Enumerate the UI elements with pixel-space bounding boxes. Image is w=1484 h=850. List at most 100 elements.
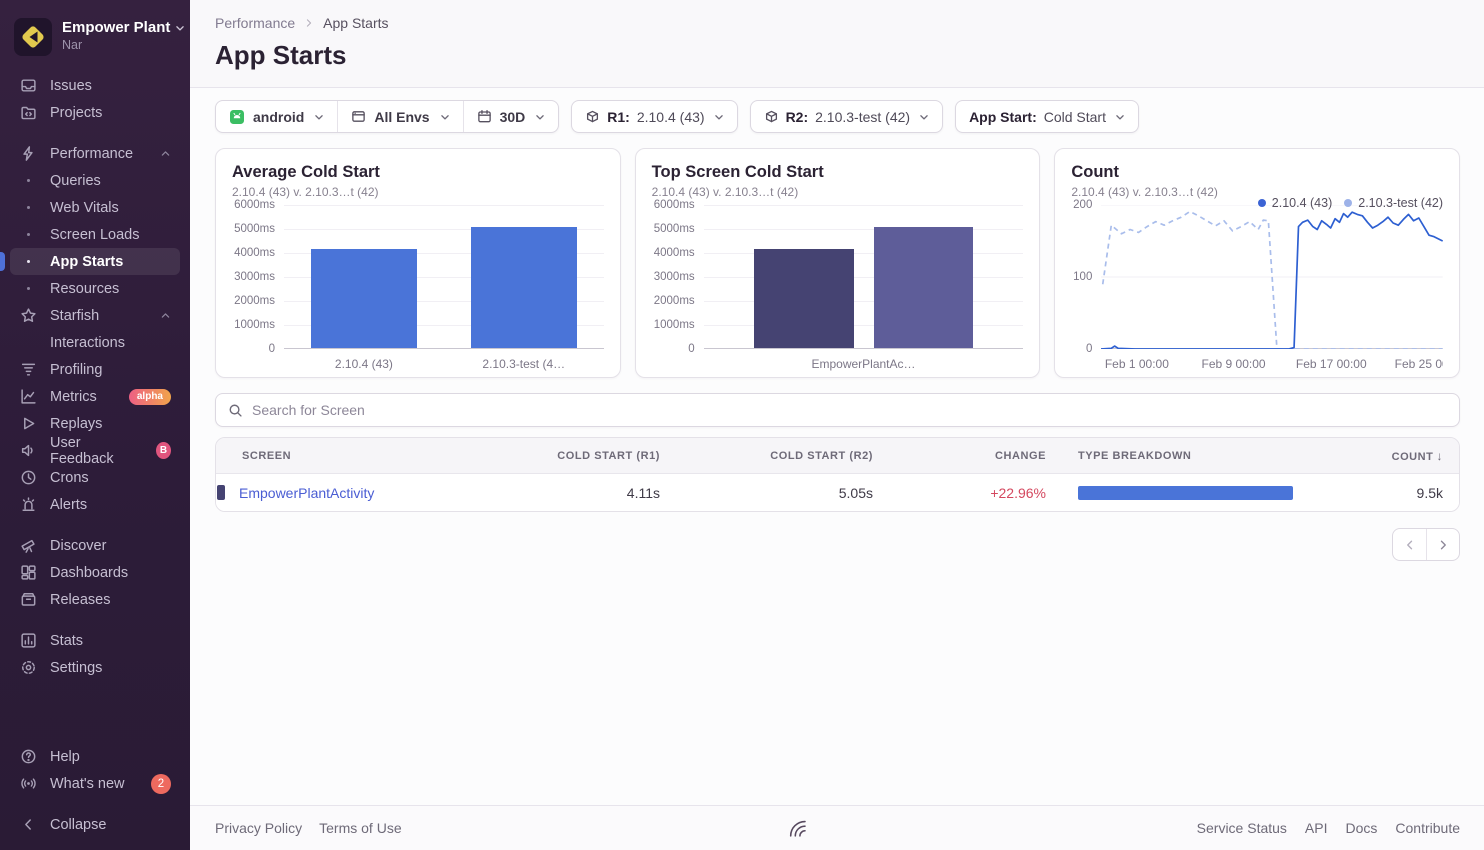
card-title: Count — [1071, 163, 1443, 182]
chevron-down-icon — [1115, 112, 1125, 122]
y-tick-label: 3000ms — [234, 271, 275, 283]
sidebar-item-help[interactable]: Help — [10, 743, 180, 770]
sidebar-item-stats[interactable]: Stats — [10, 627, 180, 654]
legend-label: 2.10.3-test (42) — [1358, 196, 1443, 210]
sidebar-item-screen-loads[interactable]: Screen Loads — [10, 221, 180, 248]
sidebar-item-interactions[interactable]: Interactions — [10, 329, 180, 356]
y-tick-label: 200 — [1073, 199, 1092, 211]
x-tick-label: EmpowerPlantAc… — [704, 357, 1024, 371]
count-value: 9.5k — [1309, 485, 1459, 501]
org-switcher[interactable]: Empower Plant Nar — [0, 12, 190, 72]
page-footer: Privacy Policy Terms of Use Service Stat… — [190, 805, 1484, 850]
y-tick-label: 100 — [1073, 271, 1092, 283]
sidebar-item-user-feedback[interactable]: User Feedback B — [10, 437, 180, 464]
app-start-type-filter[interactable]: App Start: Cold Start — [955, 100, 1139, 133]
bar-chart-plot — [284, 205, 604, 349]
chart-legend: 2.10.4 (43) 2.10.3-test (42) — [1258, 196, 1443, 210]
terms-of-use-link[interactable]: Terms of Use — [319, 820, 401, 836]
page-filter-group: android All Envs 30D — [215, 100, 559, 133]
bar-2.10.3-test (42)[interactable] — [874, 227, 973, 348]
beta-badge: B — [156, 442, 171, 459]
contribute-link[interactable]: Contribute — [1395, 820, 1460, 836]
page-title: App Starts — [215, 40, 1460, 71]
column-change[interactable]: CHANGE — [889, 450, 1062, 462]
metrics-icon — [19, 388, 37, 406]
top-screen-cold-start-card: Top Screen Cold Start 2.10.4 (43) v. 2.1… — [635, 148, 1041, 378]
gear-icon — [19, 659, 37, 677]
sidebar-item-performance[interactable]: Performance — [10, 140, 180, 167]
docs-link[interactable]: Docs — [1346, 820, 1378, 836]
performance-icon — [19, 145, 37, 163]
sidebar-item-web-vitals[interactable]: Web Vitals — [10, 194, 180, 221]
column-cold-start-r2[interactable]: COLD START (R2) — [676, 450, 889, 462]
table-header: SCREEN COLD START (R1) COLD START (R2) C… — [216, 438, 1459, 474]
sidebar-item-replays[interactable]: Replays — [10, 410, 180, 437]
org-logo — [14, 18, 52, 56]
legend-item-2.10.4 (43)[interactable]: 2.10.4 (43) — [1258, 196, 1332, 210]
series-2.10.3-test (42)[interactable] — [1103, 212, 1443, 350]
window-icon — [351, 109, 366, 124]
change-value: +22.96% — [889, 485, 1062, 501]
bar-2.10.4 (43)[interactable] — [754, 249, 853, 348]
card-subtitle: 2.10.4 (43) v. 2.10.3…t (42) — [652, 185, 1024, 199]
sidebar-item-whats-new[interactable]: What's new 2 — [10, 770, 180, 797]
y-tick-label: 2000ms — [654, 295, 695, 307]
sidebar-collapse-button[interactable]: Collapse — [10, 811, 180, 838]
service-status-link[interactable]: Service Status — [1197, 820, 1287, 836]
filter-bar: android All Envs 30D R1: 2.10.4 (43) — [215, 100, 1460, 133]
y-tick-label: 1000ms — [654, 319, 695, 331]
project-filter[interactable]: android — [216, 101, 337, 132]
breadcrumb-performance[interactable]: Performance — [215, 15, 295, 31]
environment-filter[interactable]: All Envs — [337, 101, 462, 132]
help-icon — [19, 748, 37, 766]
sidebar-item-starfish[interactable]: Starfish — [10, 302, 180, 329]
average-cold-start-chart: 01000ms2000ms3000ms4000ms5000ms6000ms2.1… — [232, 205, 604, 371]
bar-2.10.4 (43)[interactable] — [311, 249, 416, 348]
bullet-icon — [19, 253, 37, 271]
cold-start-r2-value: 5.05s — [676, 485, 889, 501]
api-link[interactable]: API — [1305, 820, 1328, 836]
sidebar-item-app-starts[interactable]: App Starts — [10, 248, 180, 275]
date-range-filter[interactable]: 30D — [463, 101, 559, 132]
type-breakdown-bar[interactable] — [1078, 486, 1293, 500]
column-count[interactable]: COUNT↓ — [1309, 449, 1459, 463]
y-axis-labels: 01000ms2000ms3000ms4000ms5000ms6000ms — [232, 205, 284, 349]
clock-icon — [19, 469, 37, 487]
sidebar-item-queries[interactable]: Queries — [10, 167, 180, 194]
search-input[interactable] — [252, 402, 1447, 418]
count-chart: 01002002.10.4 (43)2.10.3-test (42)Feb 1 … — [1071, 205, 1443, 373]
column-cold-start-r1[interactable]: COLD START (R1) — [516, 450, 676, 462]
previous-page-button[interactable] — [1393, 529, 1426, 560]
sidebar-item-dashboards[interactable]: Dashboards — [10, 559, 180, 586]
sidebar-item-issues[interactable]: Issues — [10, 72, 180, 99]
sidebar-item-metrics[interactable]: Metrics alpha — [10, 383, 180, 410]
screen-search — [215, 393, 1460, 427]
release-cube-icon — [764, 109, 779, 124]
sidebar-item-releases[interactable]: Releases — [10, 586, 180, 613]
bar-2.10.3-test (4…[interactable] — [471, 227, 576, 348]
sidebar-item-resources[interactable]: Resources — [10, 275, 180, 302]
chevron-right-icon — [304, 18, 314, 28]
sidebar-item-profiling[interactable]: Profiling — [10, 356, 180, 383]
sidebar-item-discover[interactable]: Discover — [10, 532, 180, 559]
sidebar-item-crons[interactable]: Crons — [10, 464, 180, 491]
legend-item-2.10.3-test (42)[interactable]: 2.10.3-test (42) — [1344, 196, 1443, 210]
projects-icon — [19, 104, 37, 122]
siren-icon — [19, 496, 37, 514]
sidebar-item-projects[interactable]: Projects — [10, 99, 180, 126]
screens-table: SCREEN COLD START (R1) COLD START (R2) C… — [215, 437, 1460, 512]
bar-chart-plot — [704, 205, 1024, 349]
column-type-breakdown[interactable]: TYPE BREAKDOWN — [1062, 450, 1309, 462]
sidebar-item-settings[interactable]: Settings — [10, 654, 180, 681]
next-page-button[interactable] — [1426, 529, 1459, 560]
screen-color-swatch — [217, 485, 225, 500]
column-screen[interactable]: SCREEN — [216, 450, 516, 462]
sidebar-item-alerts[interactable]: Alerts — [10, 491, 180, 518]
release2-filter[interactable]: R2: 2.10.3-test (42) — [750, 100, 944, 133]
star-icon — [19, 307, 37, 325]
privacy-policy-link[interactable]: Privacy Policy — [215, 820, 302, 836]
table-row[interactable]: EmpowerPlantActivity 4.11s 5.05s +22.96%… — [216, 474, 1459, 511]
sidebar: Empower Plant Nar Issues Projects Perfor… — [0, 0, 190, 850]
screen-link[interactable]: EmpowerPlantActivity — [239, 485, 374, 501]
release1-filter[interactable]: R1: 2.10.4 (43) — [571, 100, 737, 133]
